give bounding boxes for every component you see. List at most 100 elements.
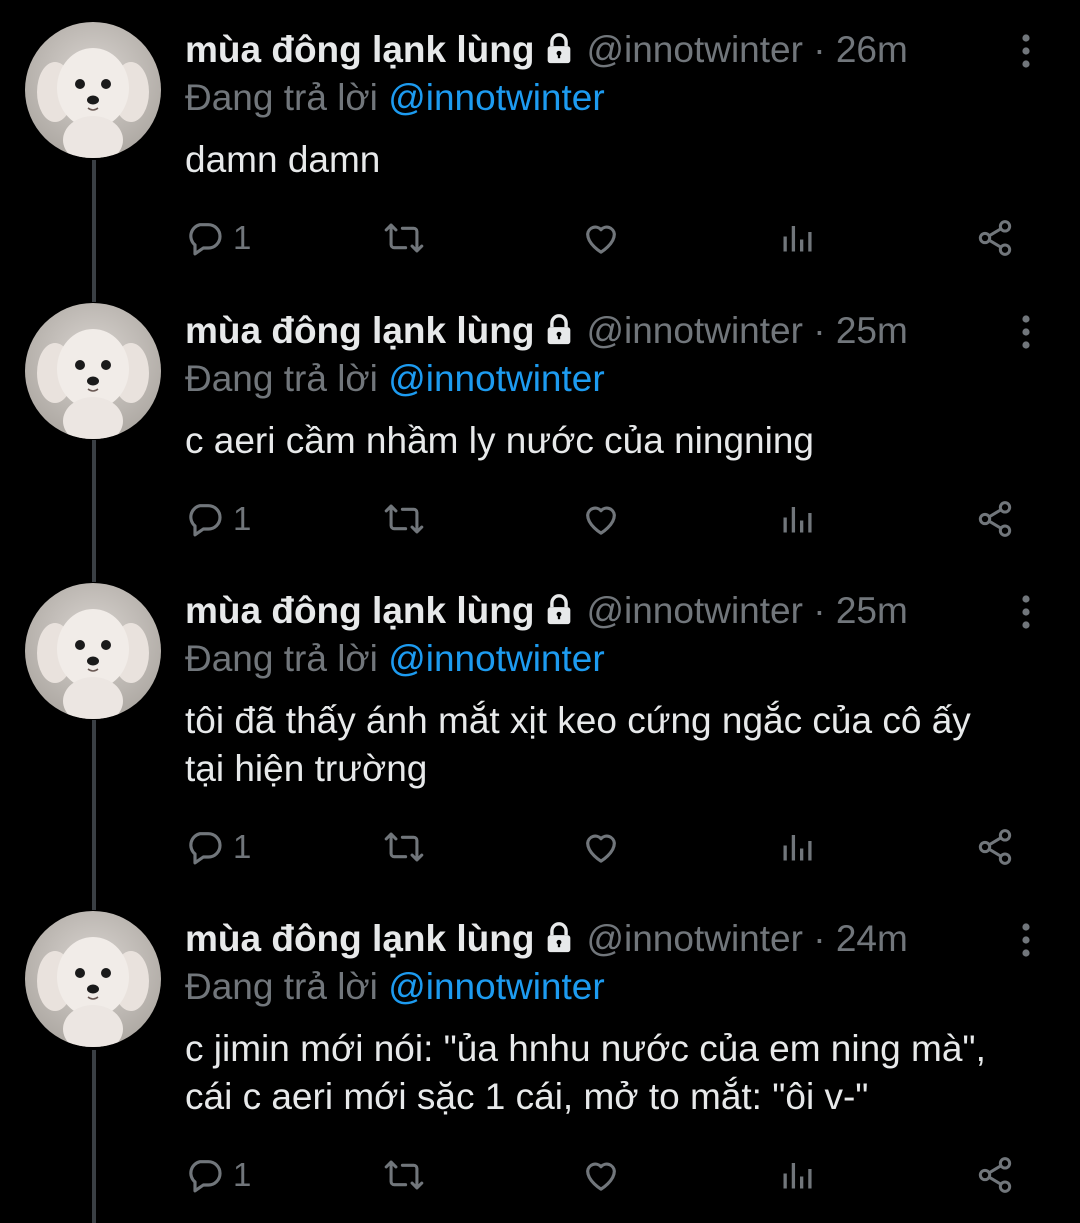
share-icon bbox=[975, 827, 1015, 867]
separator-dot: · bbox=[813, 29, 826, 70]
views-button[interactable] bbox=[779, 1153, 815, 1197]
reply-count: 1 bbox=[233, 500, 252, 537]
tweet-header: mùa đông lạnk lùng @innotwinter · 26m bbox=[185, 28, 970, 76]
display-name[interactable]: mùa đông lạnk lùng bbox=[185, 918, 534, 959]
retweet-icon bbox=[383, 827, 425, 867]
lock-icon bbox=[542, 32, 576, 76]
share-button[interactable] bbox=[975, 497, 1015, 541]
separator-dot: · bbox=[813, 590, 826, 631]
dog-avatar-image bbox=[25, 22, 161, 158]
retweet-button[interactable] bbox=[383, 825, 425, 869]
avatar[interactable] bbox=[25, 22, 161, 158]
views-button[interactable] bbox=[779, 497, 815, 541]
reply-button[interactable]: 1 bbox=[185, 497, 251, 541]
user-handle[interactable]: @innotwinter bbox=[586, 310, 803, 351]
avatar[interactable] bbox=[25, 583, 161, 719]
share-button[interactable] bbox=[975, 216, 1015, 260]
action-bar: 1 bbox=[185, 497, 1035, 541]
avatar[interactable] bbox=[25, 303, 161, 439]
retweet-icon bbox=[383, 218, 425, 258]
like-button[interactable] bbox=[581, 497, 621, 541]
user-handle[interactable]: @innotwinter bbox=[586, 29, 803, 70]
reply-icon bbox=[185, 1155, 225, 1195]
timestamp[interactable]: 25m bbox=[836, 310, 908, 351]
more-vertical-icon[interactable] bbox=[1016, 32, 1036, 72]
timestamp[interactable]: 25m bbox=[836, 590, 908, 631]
action-bar: 1 bbox=[185, 216, 1035, 260]
thread-line bbox=[92, 720, 96, 910]
reply-count: 1 bbox=[233, 1156, 252, 1193]
tweet-header: mùa đông lạnk lùng @innotwinter · 25m bbox=[185, 309, 970, 357]
dog-avatar-image bbox=[25, 583, 161, 719]
replying-prefix: Đang trả lời bbox=[185, 638, 378, 679]
reply-icon bbox=[185, 218, 225, 258]
replying-prefix: Đang trả lời bbox=[185, 77, 378, 118]
mention-link[interactable]: @innotwinter bbox=[388, 638, 605, 679]
views-button[interactable] bbox=[779, 825, 815, 869]
display-name[interactable]: mùa đông lạnk lùng bbox=[185, 310, 534, 351]
replying-to: Đang trả lời @innotwinter bbox=[185, 76, 605, 120]
heart-icon bbox=[581, 1155, 621, 1195]
user-handle[interactable]: @innotwinter bbox=[586, 590, 803, 631]
retweet-icon bbox=[383, 1155, 425, 1195]
share-icon bbox=[975, 1155, 1015, 1195]
reply-count: 1 bbox=[233, 219, 252, 256]
user-handle[interactable]: @innotwinter bbox=[586, 918, 803, 959]
mention-link[interactable]: @innotwinter bbox=[388, 77, 605, 118]
avatar[interactable] bbox=[25, 911, 161, 1047]
heart-icon bbox=[581, 827, 621, 867]
share-button[interactable] bbox=[975, 825, 1015, 869]
replying-prefix: Đang trả lời bbox=[185, 358, 378, 399]
reply-button[interactable]: 1 bbox=[185, 825, 251, 869]
views-button[interactable] bbox=[779, 216, 815, 260]
bar-chart-icon bbox=[779, 499, 815, 539]
thread-line bbox=[92, 1050, 96, 1223]
dog-avatar-image bbox=[25, 911, 161, 1047]
action-bar: 1 bbox=[185, 825, 1035, 869]
retweet-button[interactable] bbox=[383, 216, 425, 260]
lock-icon bbox=[542, 313, 576, 357]
replying-to: Đang trả lời @innotwinter bbox=[185, 637, 605, 681]
heart-icon bbox=[581, 218, 621, 258]
reply-button[interactable]: 1 bbox=[185, 1153, 251, 1197]
lock-icon bbox=[542, 593, 576, 637]
like-button[interactable] bbox=[581, 1153, 621, 1197]
lock-icon bbox=[542, 921, 576, 965]
heart-icon bbox=[581, 499, 621, 539]
separator-dot: · bbox=[813, 310, 826, 351]
timestamp[interactable]: 24m bbox=[836, 918, 908, 959]
tweet-header: mùa đông lạnk lùng @innotwinter · 25m bbox=[185, 589, 970, 637]
share-icon bbox=[975, 499, 1015, 539]
tweet-header: mùa đông lạnk lùng @innotwinter · 24m bbox=[185, 917, 970, 965]
retweet-button[interactable] bbox=[383, 1153, 425, 1197]
timestamp[interactable]: 26m bbox=[836, 29, 908, 70]
thread-line bbox=[92, 160, 96, 302]
tweet-text: tôi đã thấy ánh mắt xịt keo cứng ngắc củ… bbox=[185, 700, 971, 789]
mention-link[interactable]: @innotwinter bbox=[388, 966, 605, 1007]
separator-dot: · bbox=[813, 918, 826, 959]
thread-line bbox=[92, 440, 96, 582]
tweet-text: damn damn bbox=[185, 139, 381, 180]
retweet-button[interactable] bbox=[383, 497, 425, 541]
action-bar: 1 bbox=[185, 1153, 1035, 1197]
like-button[interactable] bbox=[581, 216, 621, 260]
replying-to: Đang trả lời @innotwinter bbox=[185, 357, 605, 401]
retweet-icon bbox=[383, 499, 425, 539]
replying-prefix: Đang trả lời bbox=[185, 966, 378, 1007]
reply-icon bbox=[185, 499, 225, 539]
bar-chart-icon bbox=[779, 1155, 815, 1195]
like-button[interactable] bbox=[581, 825, 621, 869]
display-name[interactable]: mùa đông lạnk lùng bbox=[185, 29, 534, 70]
reply-icon bbox=[185, 827, 225, 867]
bar-chart-icon bbox=[779, 827, 815, 867]
dog-avatar-image bbox=[25, 303, 161, 439]
share-button[interactable] bbox=[975, 1153, 1015, 1197]
reply-button[interactable]: 1 bbox=[185, 216, 251, 260]
display-name[interactable]: mùa đông lạnk lùng bbox=[185, 590, 534, 631]
mention-link[interactable]: @innotwinter bbox=[388, 358, 605, 399]
more-vertical-icon[interactable] bbox=[1016, 921, 1036, 961]
more-vertical-icon[interactable] bbox=[1016, 313, 1036, 353]
reply-count: 1 bbox=[233, 828, 252, 865]
replying-to: Đang trả lời @innotwinter bbox=[185, 965, 605, 1009]
more-vertical-icon[interactable] bbox=[1016, 593, 1036, 633]
